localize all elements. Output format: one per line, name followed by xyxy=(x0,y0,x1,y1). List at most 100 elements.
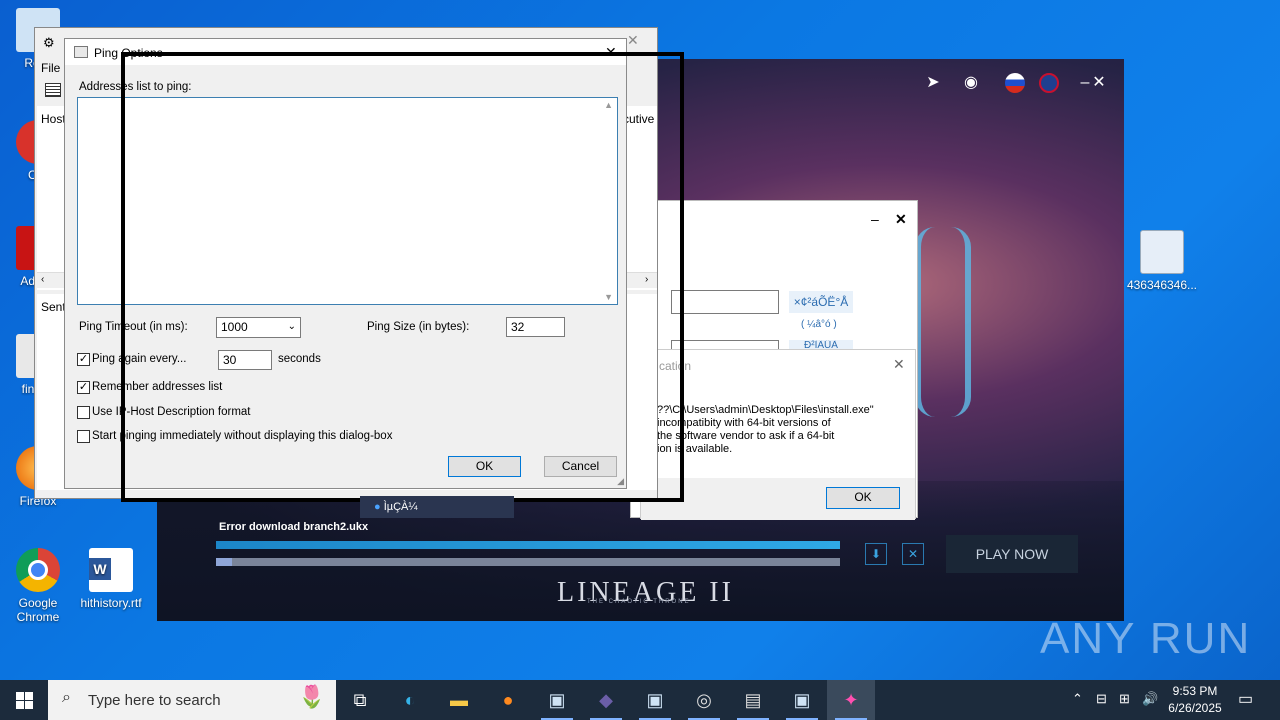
lineage-logo-sub: THE CHAOTIC THRONE xyxy=(587,599,691,605)
progress-bar-2-fill xyxy=(216,558,232,566)
cancel-download-icon[interactable]: ✕ xyxy=(902,543,924,565)
launcher-tab[interactable]: ● ÌµÇÀ¼ xyxy=(360,496,514,518)
timeout-label: Ping Timeout (in ms): xyxy=(79,321,188,333)
ip-host-label: Use IP-Host Description format xyxy=(92,406,251,418)
compat-dialog: cation ✕ ??\C:\Users\admin\Desktop\Files… xyxy=(640,349,916,520)
size-input[interactable]: 32 xyxy=(506,317,565,337)
network-icon[interactable]: ⊟ xyxy=(1096,691,1107,707)
volume-icon[interactable]: 🔊 xyxy=(1142,691,1158,707)
close-icon[interactable]: ✕ xyxy=(627,32,639,49)
launcher-side-label-2: ( ¼â°ó ) xyxy=(801,319,837,330)
search-placeholder: Type here to search xyxy=(88,692,221,709)
close-icon[interactable]: ✕ xyxy=(605,44,617,61)
column-host[interactable]: Host xyxy=(41,112,66,126)
progress-bar-1 xyxy=(216,541,840,549)
desktop-icon-436346346[interactable]: 436346346... xyxy=(1124,230,1200,292)
desktop-icon-chrome[interactable]: Google Chrome xyxy=(0,548,76,624)
menu-file[interactable]: File xyxy=(41,61,60,75)
sent-label: Sent xyxy=(41,300,66,314)
lineage-emblem xyxy=(915,227,971,417)
launcher-side-label-1[interactable]: ×¢²áÕË°Å xyxy=(789,291,853,313)
taskbar-app-4[interactable]: ▣ xyxy=(778,680,826,720)
desktop-icon-label: 436346346... xyxy=(1126,278,1198,292)
edge-icon[interactable]: ◐ xyxy=(386,680,434,720)
toolbar-list-icon[interactable] xyxy=(45,83,61,97)
cancel-button[interactable]: Cancel xyxy=(544,456,617,477)
taskbar-bmw-icon[interactable]: ◎ xyxy=(680,680,728,720)
addresses-label: Addresses list to ping: xyxy=(79,81,192,93)
progress-bar-fill xyxy=(216,541,840,549)
compat-line-2: incompatibity with 64-bit versions of xyxy=(657,417,831,429)
ping-options-dialog: Ping Options ✕ Addresses list to ping: ▲… xyxy=(64,38,627,489)
ok-button[interactable]: OK xyxy=(448,456,521,477)
remember-label: Remember addresses list xyxy=(92,381,223,393)
search-box[interactable]: ⌕ Type here to search 🌷 xyxy=(48,680,336,720)
taskbar-app-2[interactable]: ▣ xyxy=(631,680,679,720)
remember-checkbox[interactable]: ✓ xyxy=(77,381,90,394)
timeout-value: 1000 xyxy=(221,320,248,334)
size-label: Ping Size (in bytes): xyxy=(367,321,470,333)
telegram-icon[interactable]: ➤ xyxy=(921,71,945,95)
compat-line-3: the software vendor to ask if a 64-bit xyxy=(657,430,835,442)
scroll-up-icon[interactable]: ▲ xyxy=(604,100,613,110)
russian-flag-icon[interactable] xyxy=(1005,73,1025,93)
dialog-title: Ping Options xyxy=(94,46,163,60)
search-icon: ⌕ xyxy=(62,689,71,706)
chevron-up-icon[interactable]: ⌃ xyxy=(1072,691,1083,707)
chrome-icon xyxy=(16,548,60,592)
ping-again-label: Ping again every... xyxy=(92,353,187,365)
progress-bar-2 xyxy=(216,558,840,566)
ip-host-checkbox[interactable] xyxy=(77,406,90,419)
taskbar-app-3[interactable]: ▤ xyxy=(729,680,777,720)
clock-date[interactable]: 6/26/2025 xyxy=(1162,701,1228,715)
checkmark-icon: ✓ xyxy=(78,381,89,393)
taskbar-app-1[interactable]: ▣ xyxy=(533,680,581,720)
launcher-input-1[interactable] xyxy=(671,290,779,314)
progress-text: Error download branch2.ukx xyxy=(219,521,369,533)
ping-again-input[interactable]: 30 xyxy=(218,350,272,370)
flowers-icon: 🌷 xyxy=(298,684,326,709)
resize-grip-icon[interactable]: ◢ xyxy=(617,476,624,487)
wifi-icon[interactable]: ⊞ xyxy=(1119,691,1130,707)
compat-message: ??\C:\Users\admin\Desktop\Files\install.… xyxy=(657,404,913,456)
start-immediately-checkbox[interactable] xyxy=(77,430,90,443)
taskbar-launcher-icon[interactable]: ◆ xyxy=(582,680,630,720)
desktop-icon-label: Google Chrome xyxy=(16,596,60,624)
addresses-textarea[interactable]: ▲ ▼ xyxy=(77,97,618,305)
user-icon: ● xyxy=(374,501,381,513)
notification-icon[interactable]: ▭ xyxy=(1238,689,1253,709)
timeout-select[interactable]: 1000 ⌄ xyxy=(216,317,301,338)
dialog-icon xyxy=(74,46,88,58)
taskbar-ping-icon[interactable]: ✦ xyxy=(827,680,875,720)
word-document-icon: W xyxy=(89,548,133,592)
ping-again-checkbox[interactable]: ✓ xyxy=(77,353,90,366)
scroll-down-icon[interactable]: ▼ xyxy=(604,292,613,302)
file-icon xyxy=(1140,230,1184,274)
uk-flag-icon[interactable] xyxy=(1039,73,1059,93)
compat-dialog-title: cation xyxy=(659,359,692,373)
checkmark-icon: ✓ xyxy=(78,353,89,365)
column-consecutive[interactable]: cutive xyxy=(623,112,654,126)
chevron-down-icon: ⌄ xyxy=(287,321,296,332)
play-now-button[interactable]: PLAY NOW xyxy=(946,535,1078,573)
compat-line-1: ??\C:\Users\admin\Desktop\Files\install.… xyxy=(657,404,874,416)
minimize-icon[interactable]: – xyxy=(871,211,879,227)
chevron-right-icon[interactable]: › xyxy=(645,274,648,285)
close-icon[interactable]: ✕ xyxy=(893,356,905,373)
task-view-icon[interactable]: ⧉ xyxy=(336,680,384,720)
launcher-tab-label: ÌµÇÀ¼ xyxy=(383,501,418,513)
clock-time[interactable]: 9:53 PM xyxy=(1162,684,1228,698)
start-button[interactable] xyxy=(0,680,48,720)
firefox-icon[interactable]: ● xyxy=(484,680,532,720)
compat-ok-button[interactable]: OK xyxy=(826,487,900,509)
download-icon[interactable]: ⬇ xyxy=(865,543,887,565)
taskbar: ⌕ Type here to search 🌷 ⧉ ◐ ▬ ● ▣ ◆ ▣ ◎ … xyxy=(0,680,1280,720)
file-explorer-icon[interactable]: ▬ xyxy=(435,680,483,720)
close-icon[interactable]: ✕ xyxy=(895,211,907,228)
chevron-left-icon[interactable]: ‹ xyxy=(41,274,44,285)
dialog-titlebar: Ping Options ✕ xyxy=(65,39,626,65)
discord-icon[interactable]: ◉ xyxy=(959,71,983,95)
desktop-icon-hithistory[interactable]: W hithistory.rtf xyxy=(73,548,149,610)
close-icon[interactable]: ✕ xyxy=(1087,71,1111,95)
compat-line-4: ion is available. xyxy=(657,443,733,455)
